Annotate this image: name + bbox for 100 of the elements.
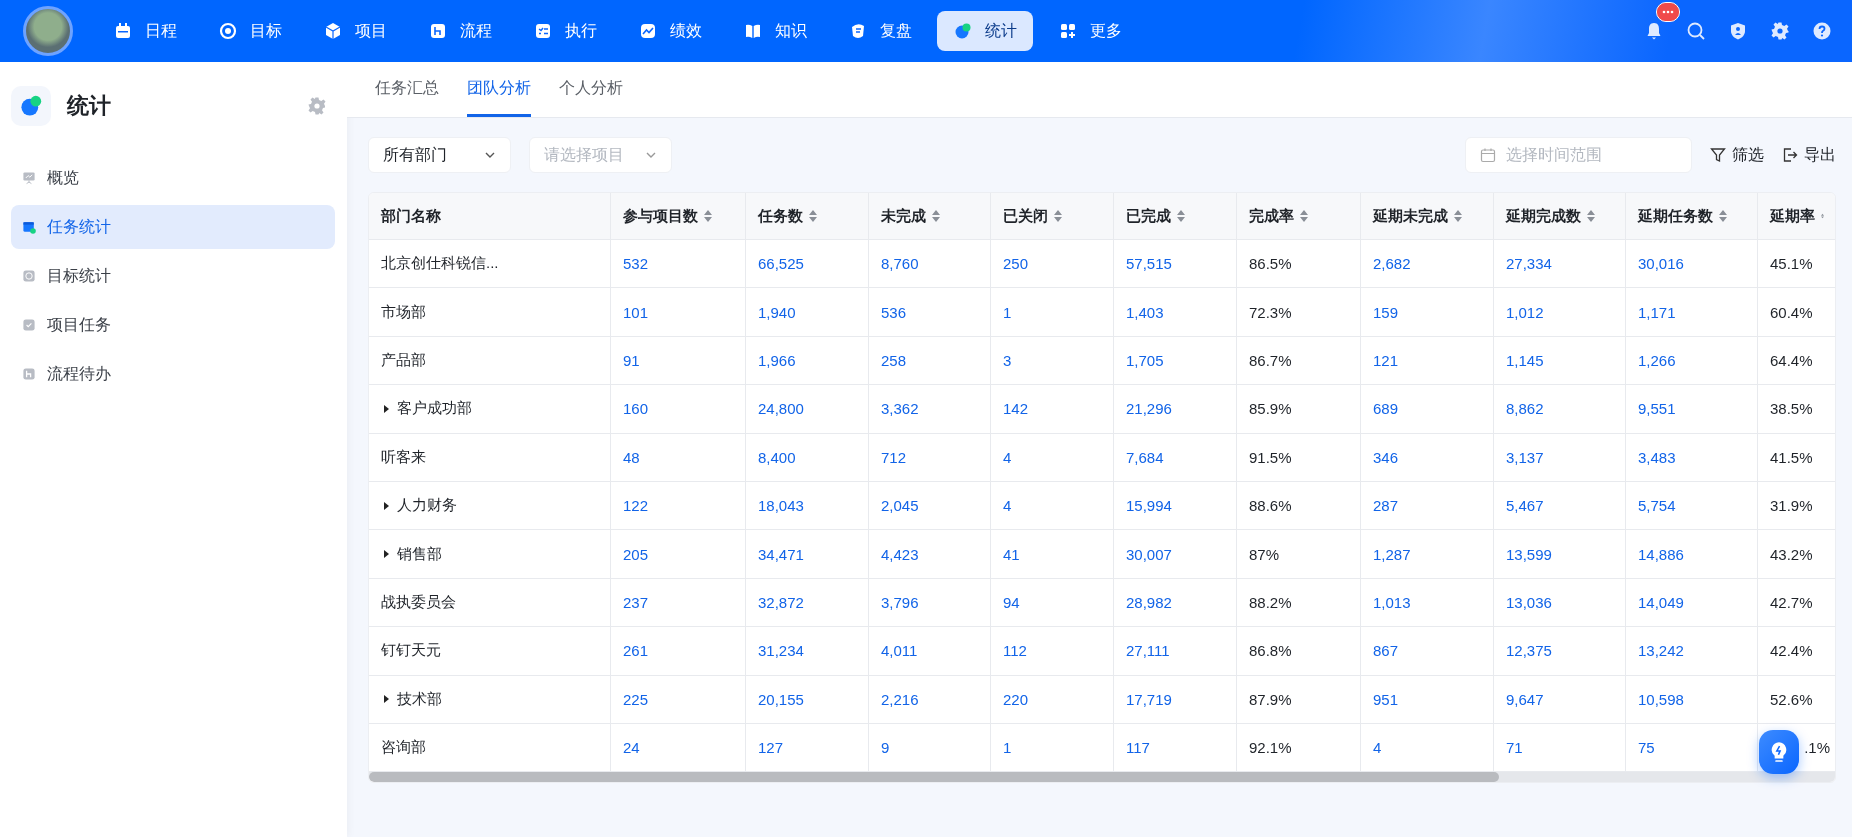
table-link[interactable]: 2,682 — [1361, 240, 1494, 289]
column-header[interactable]: 参与项目数 — [611, 193, 746, 240]
table-link[interactable]: 32,872 — [746, 578, 869, 628]
table-link[interactable]: 4,423 — [869, 530, 991, 579]
table-link[interactable]: 1,940 — [746, 288, 869, 337]
avatar[interactable] — [23, 6, 73, 56]
sidebar-item[interactable]: 目标统计 — [11, 254, 335, 298]
table-link[interactable]: 1,145 — [1494, 336, 1626, 386]
scrollbar[interactable] — [369, 772, 1835, 783]
expand-icon[interactable] — [381, 694, 391, 705]
table-link[interactable]: 21,296 — [1114, 385, 1237, 434]
table-link[interactable]: 12,375 — [1494, 627, 1626, 676]
table-link[interactable]: 532 — [611, 240, 746, 289]
table-link[interactable]: 8,862 — [1494, 385, 1626, 434]
table-link[interactable]: 57,515 — [1114, 240, 1237, 289]
nav-tab[interactable]: 复盘 — [832, 11, 928, 51]
table-link[interactable]: 689 — [1361, 385, 1494, 434]
table-link[interactable]: 1,266 — [1626, 336, 1758, 386]
sort-icon[interactable] — [704, 210, 712, 222]
nav-tab[interactable]: 目标 — [202, 11, 298, 51]
table-link[interactable]: 94 — [991, 578, 1114, 628]
nav-tab[interactable]: 更多 — [1042, 11, 1138, 51]
nav-tab[interactable]: 执行 — [517, 11, 613, 51]
table-link[interactable]: 28,982 — [1114, 578, 1237, 628]
sort-icon[interactable] — [1300, 210, 1308, 222]
sort-icon[interactable] — [932, 210, 940, 222]
table-link[interactable]: 1,013 — [1361, 578, 1494, 628]
table-link[interactable]: 41 — [991, 530, 1114, 579]
nav-tab[interactable]: 统计 — [937, 11, 1033, 51]
table-link[interactable]: 3,483 — [1626, 433, 1758, 482]
table-link[interactable]: 8,400 — [746, 433, 869, 482]
table-link[interactable]: 867 — [1361, 627, 1494, 676]
sort-icon[interactable] — [1454, 210, 1462, 222]
table-link[interactable]: 13,242 — [1626, 627, 1758, 676]
table-link[interactable]: 951 — [1361, 675, 1494, 724]
table-link[interactable]: 536 — [869, 288, 991, 337]
column-header[interactable]: 完成率 — [1237, 193, 1361, 240]
table-link[interactable]: 712 — [869, 433, 991, 482]
table-link[interactable]: 225 — [611, 675, 746, 724]
column-header[interactable]: 延期完成数 — [1494, 193, 1626, 240]
table-link[interactable]: 15,994 — [1114, 481, 1237, 531]
table-link[interactable]: 9,551 — [1626, 385, 1758, 434]
table-link[interactable]: 237 — [611, 578, 746, 628]
filter-button[interactable]: 筛选 — [1710, 144, 1764, 166]
table-link[interactable]: 5,467 — [1494, 481, 1626, 531]
column-header[interactable]: 已关闭 — [991, 193, 1114, 240]
table-link[interactable]: 4 — [991, 433, 1114, 482]
settings-icon[interactable] — [1770, 21, 1790, 41]
nav-tab[interactable]: 知识 — [727, 11, 823, 51]
table-link[interactable]: 101 — [611, 288, 746, 337]
table-link[interactable]: 30,007 — [1114, 530, 1237, 579]
table-link[interactable]: 14,049 — [1626, 578, 1758, 628]
table-link[interactable]: 1,287 — [1361, 530, 1494, 579]
export-button[interactable]: 导出 — [1782, 144, 1836, 166]
sidebar-item[interactable]: 流程待办 — [11, 352, 335, 396]
table-link[interactable]: 160 — [611, 385, 746, 434]
sort-icon[interactable] — [809, 210, 817, 222]
table-link[interactable]: 3,137 — [1494, 433, 1626, 482]
nav-tab[interactable]: 项目 — [307, 11, 403, 51]
table-link[interactable]: 3,796 — [869, 578, 991, 628]
table-link[interactable]: 5,754 — [1626, 481, 1758, 531]
column-header[interactable]: 延期未完成 — [1361, 193, 1494, 240]
table-link[interactable]: 2,045 — [869, 481, 991, 531]
table-link[interactable]: 66,525 — [746, 240, 869, 289]
table-link[interactable]: 14,886 — [1626, 530, 1758, 579]
search-icon[interactable] — [1686, 21, 1706, 41]
table-link[interactable]: 142 — [991, 385, 1114, 434]
nav-tab[interactable]: 绩效 — [622, 11, 718, 51]
column-header[interactable]: 任务数 — [746, 193, 869, 240]
table-link[interactable]: 34,471 — [746, 530, 869, 579]
settings-icon[interactable] — [307, 96, 327, 116]
sort-icon[interactable] — [1719, 210, 1727, 222]
table-link[interactable]: 112 — [991, 627, 1114, 676]
column-header[interactable]: 已完成 — [1114, 193, 1237, 240]
table-link[interactable]: 30,016 — [1626, 240, 1758, 289]
table-link[interactable]: 1,171 — [1626, 288, 1758, 337]
table-link[interactable]: 7,684 — [1114, 433, 1237, 482]
table-link[interactable]: 1,403 — [1114, 288, 1237, 337]
expand-icon[interactable] — [381, 403, 391, 414]
table-link[interactable]: 2,216 — [869, 675, 991, 724]
table-link[interactable]: 159 — [1361, 288, 1494, 337]
sort-icon[interactable] — [1587, 210, 1595, 222]
expand-icon[interactable] — [381, 549, 391, 560]
table-link[interactable]: 4,011 — [869, 627, 991, 676]
table-link[interactable]: 3,362 — [869, 385, 991, 434]
table-link[interactable]: 18,043 — [746, 481, 869, 531]
tab[interactable]: 个人分析 — [559, 62, 623, 117]
table-link[interactable]: 121 — [1361, 336, 1494, 386]
table-link[interactable]: 346 — [1361, 433, 1494, 482]
sort-icon[interactable] — [1177, 210, 1185, 222]
sidebar-item[interactable]: 任务统计 — [11, 205, 335, 249]
table-link[interactable]: 258 — [869, 336, 991, 386]
help-icon[interactable] — [1812, 21, 1832, 41]
table-link[interactable]: 48 — [611, 433, 746, 482]
table-link[interactable]: 24,800 — [746, 385, 869, 434]
table-link[interactable]: 91 — [611, 336, 746, 386]
table-link[interactable]: 31,234 — [746, 627, 869, 676]
tab[interactable]: 团队分析 — [467, 62, 531, 117]
sidebar-item[interactable]: 概览 — [11, 156, 335, 200]
sort-icon[interactable] — [1054, 210, 1062, 222]
